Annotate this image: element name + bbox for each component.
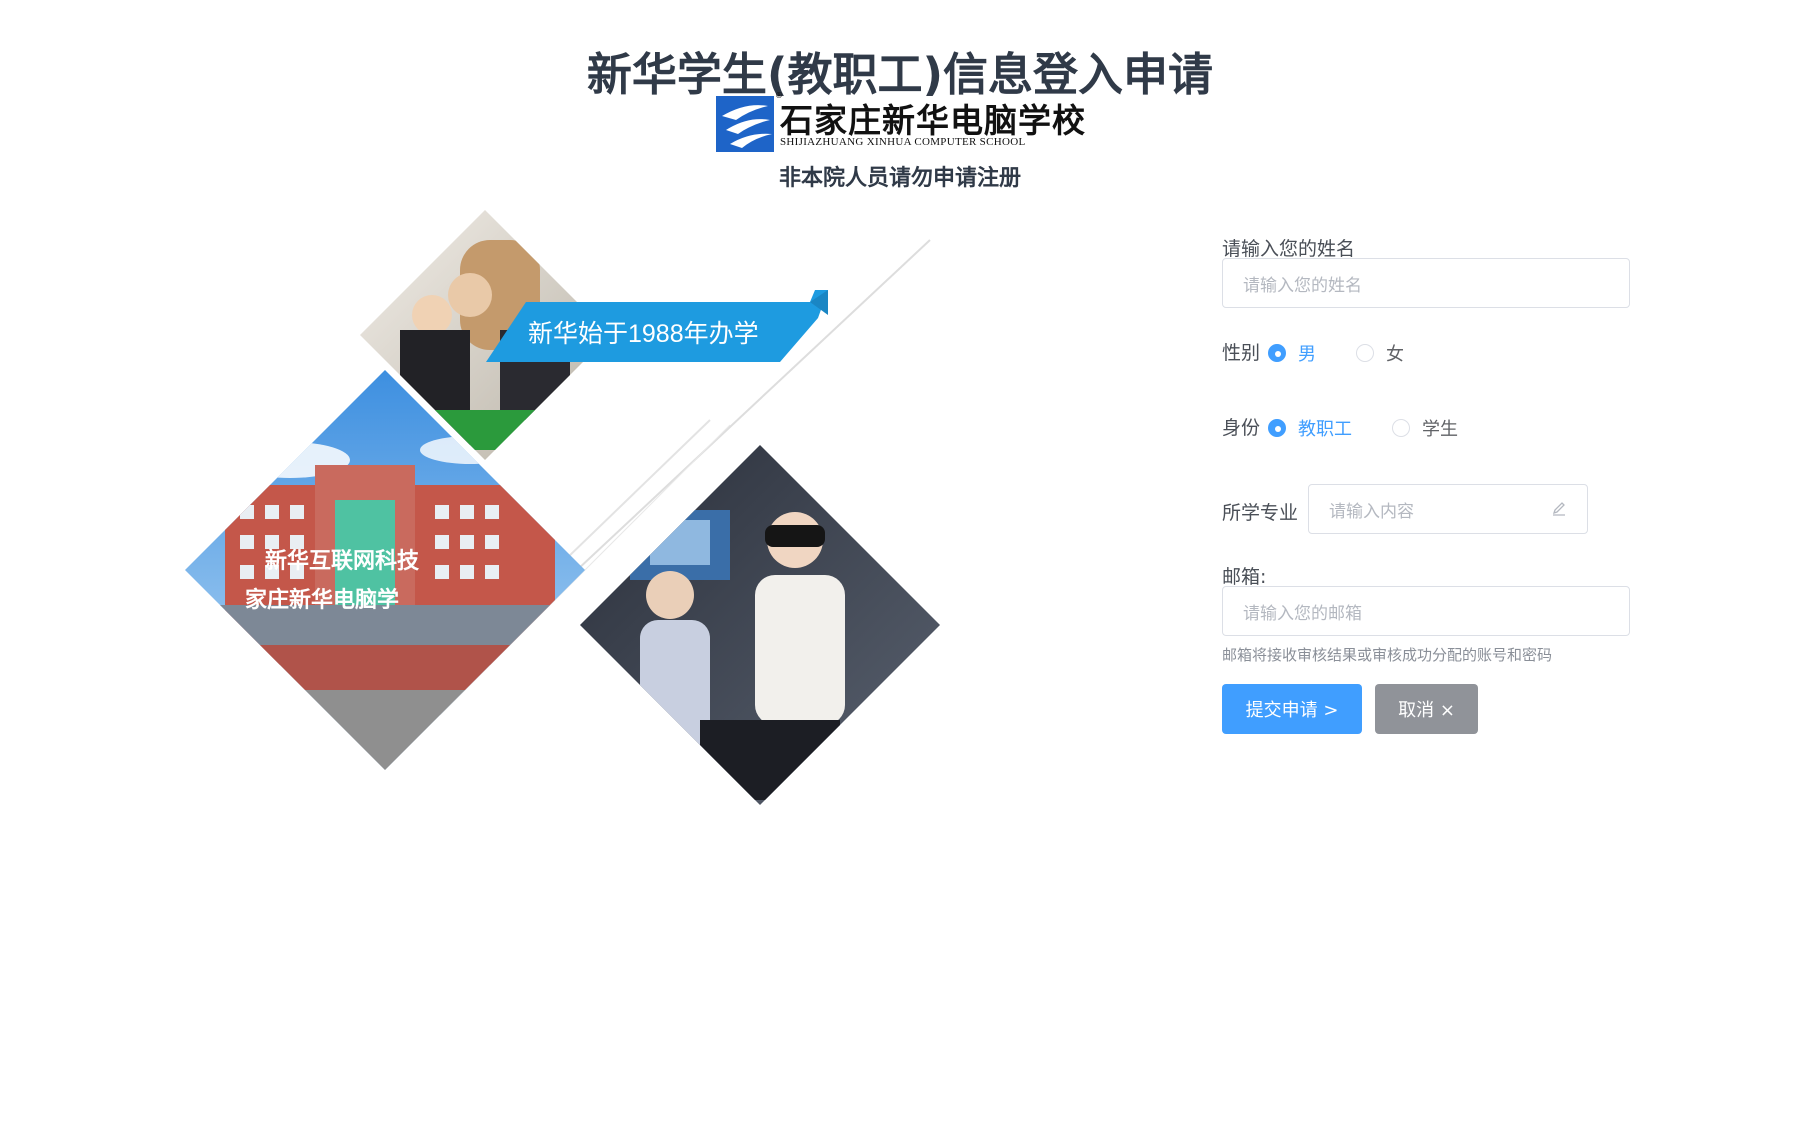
- submit-button[interactable]: 提交申请 >: [1222, 684, 1362, 734]
- gender-option-label: 女: [1386, 344, 1404, 365]
- logo-chinese-name: 石家庄新华电脑学校: [780, 101, 1086, 140]
- radio-unchecked-icon: [1356, 344, 1374, 362]
- school-logo-icon: [716, 96, 774, 152]
- major-label: 所学专业: [1222, 502, 1299, 524]
- school-logo: ® 石家庄新华电脑学校 SHIJIAZHUANG XINHUA COMPUTER…: [716, 91, 1085, 152]
- name-label: 请输入您的姓名: [1222, 238, 1356, 260]
- cancel-button[interactable]: 取消 ×: [1375, 684, 1478, 734]
- pencil-icon: [1551, 501, 1567, 517]
- major-input[interactable]: 请输入内容: [1308, 484, 1588, 534]
- email-placeholder: 请输入您的邮箱: [1243, 603, 1362, 624]
- name-placeholder: 请输入您的姓名: [1243, 275, 1362, 296]
- name-input[interactable]: 请输入您的姓名: [1222, 258, 1630, 308]
- email-label: 邮箱:: [1222, 566, 1267, 588]
- email-hint: 邮箱将接收审核结果或审核成功分配的账号和密码: [1222, 646, 1553, 664]
- gender-radio-male[interactable]: 男: [1268, 340, 1316, 366]
- identity-option-label: 学生: [1422, 419, 1458, 440]
- radio-checked-icon: [1268, 419, 1286, 437]
- email-input[interactable]: 请输入您的邮箱: [1222, 586, 1630, 636]
- logo-english-name: SHIJIAZHUANG XINHUA COMPUTER SCHOOL: [780, 136, 1026, 148]
- building-sign: 新华互联网科技: [265, 548, 420, 573]
- gender-radio-female[interactable]: 女: [1356, 340, 1404, 366]
- identity-radio-student[interactable]: 学生: [1392, 415, 1458, 441]
- registration-notice: 非本院人员请勿申请注册: [778, 166, 1021, 191]
- vr-lab-photo: [580, 445, 940, 805]
- radio-checked-icon: [1268, 344, 1286, 362]
- radio-unchecked-icon: [1392, 419, 1410, 437]
- promo-collage: 新华互联网科技 家庄新华电脑学 新华始于1988年办学: [170, 200, 970, 820]
- identity-radio-staff[interactable]: 教职工: [1268, 415, 1352, 441]
- major-placeholder: 请输入内容: [1329, 501, 1414, 522]
- gender-label: 性别: [1222, 342, 1261, 364]
- slogan-text: 新华始于1988年办学: [528, 320, 759, 348]
- promo-collage-graphic: 新华互联网科技 家庄新华电脑学 新华始于1988年办学: [185, 210, 940, 805]
- building-name: 家庄新华电脑学: [245, 587, 399, 613]
- identity-label: 身份: [1222, 417, 1261, 439]
- gender-option-label: 男: [1298, 344, 1316, 365]
- identity-option-label: 教职工: [1298, 419, 1352, 440]
